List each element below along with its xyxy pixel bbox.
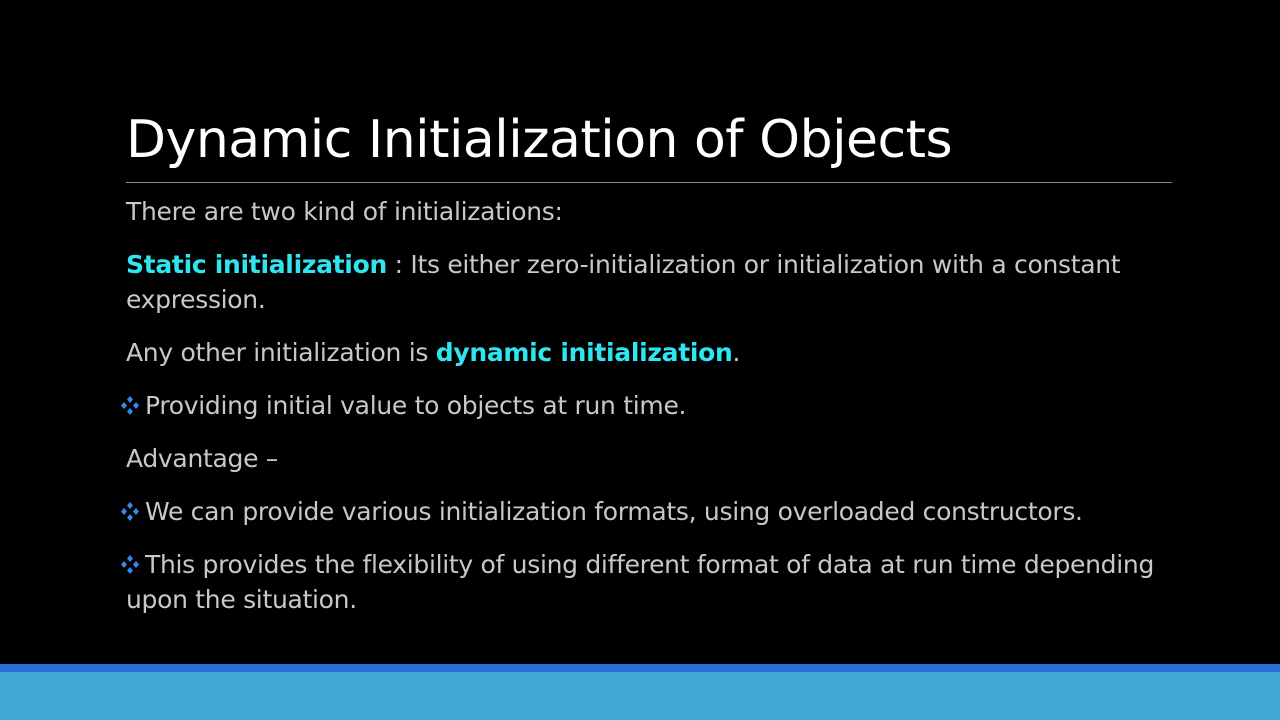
bullet-item-overloaded-constructors: We can provide various initialization fo… bbox=[0, 494, 1280, 529]
paragraph-static-initialization: Static initialization : Its either zero-… bbox=[0, 247, 1280, 317]
paragraph-dynamic-initialization-text: Any other initialization is bbox=[126, 338, 436, 367]
bullet-item-run-time-text: Providing initial value to objects at ru… bbox=[145, 391, 687, 420]
paragraph-intro-text: There are two kind of initializations: bbox=[126, 197, 563, 226]
footer-band-light bbox=[0, 672, 1280, 720]
paragraph-dynamic-initialization: Any other initialization is dynamic init… bbox=[0, 335, 1280, 370]
slide-body: There are two kind of initializations: S… bbox=[0, 194, 1280, 635]
title-divider bbox=[126, 182, 1172, 183]
paragraph-intro: There are two kind of initializations: bbox=[0, 194, 1280, 229]
paragraph-advantage: Advantage – bbox=[0, 441, 1280, 476]
paragraph-advantage-text: Advantage – bbox=[126, 444, 279, 473]
footer-band-dark bbox=[0, 664, 1280, 672]
diamond-bullet-icon bbox=[121, 555, 139, 574]
slide: Dynamic Initialization of Objects There … bbox=[0, 0, 1280, 720]
bullet-item-run-time: Providing initial value to objects at ru… bbox=[0, 388, 1280, 423]
bullet-item-flexibility-text: This provides the flexibility of using d… bbox=[126, 550, 1155, 614]
diamond-bullet-icon bbox=[121, 396, 139, 415]
bullet-item-flexibility: This provides the flexibility of using d… bbox=[0, 547, 1280, 617]
slide-title: Dynamic Initialization of Objects bbox=[126, 110, 953, 170]
bullet-item-overloaded-constructors-text: We can provide various initialization fo… bbox=[145, 497, 1083, 526]
paragraph-dynamic-initialization-suffix: . bbox=[732, 338, 741, 367]
diamond-bullet-icon bbox=[121, 502, 139, 521]
term-dynamic-initialization: dynamic initialization bbox=[435, 338, 733, 367]
term-static-initialization: Static initialization bbox=[126, 250, 387, 279]
